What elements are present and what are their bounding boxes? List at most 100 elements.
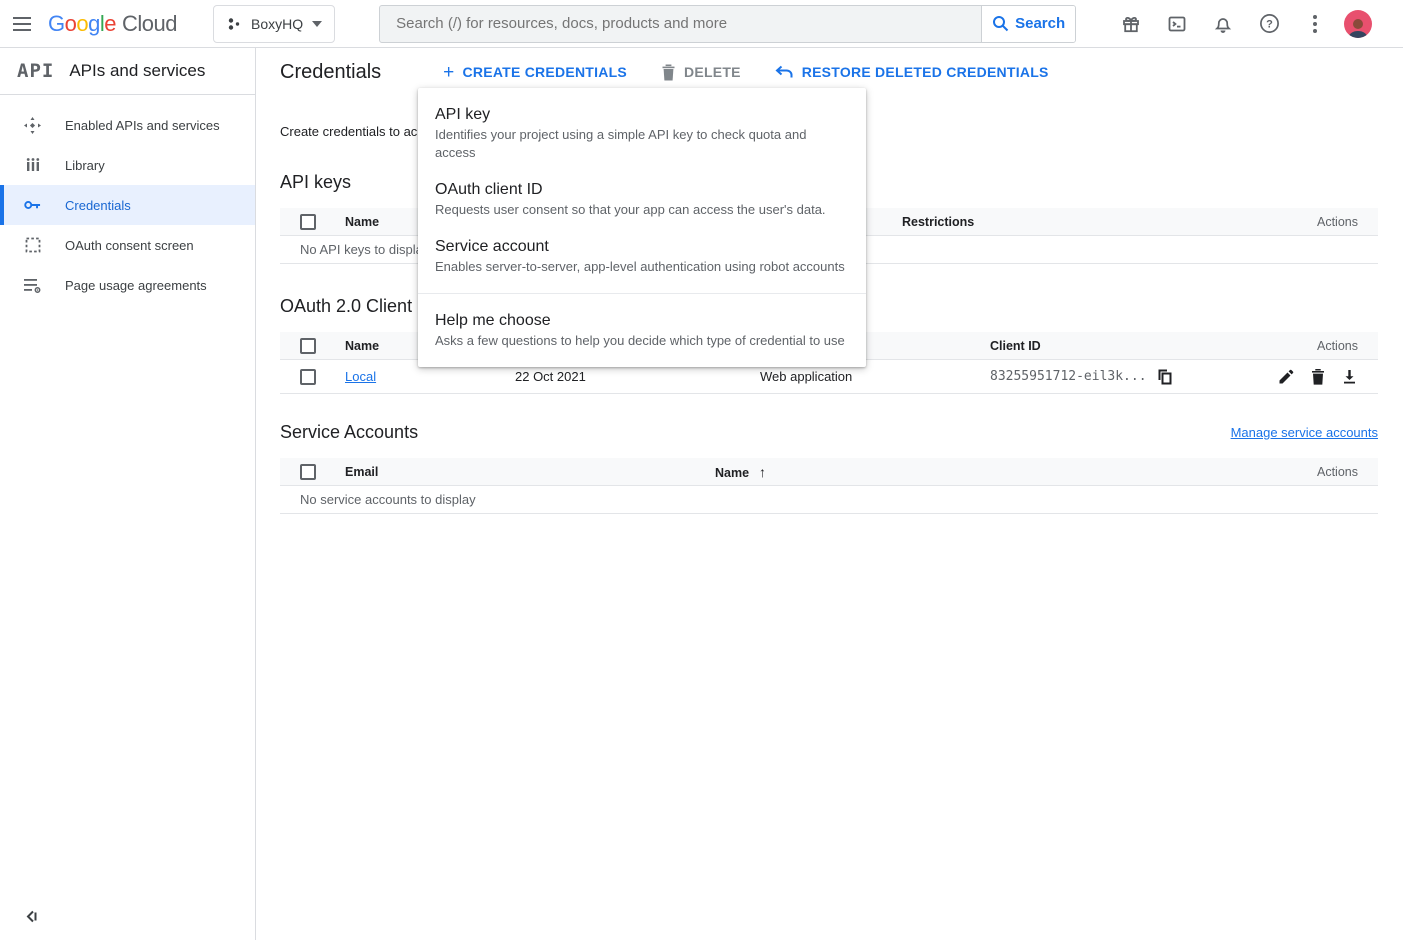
search-icon xyxy=(992,15,1009,32)
trash-icon xyxy=(661,64,676,81)
sidebar-item-label: Credentials xyxy=(65,198,131,213)
notifications-bell-icon[interactable] xyxy=(1212,13,1234,35)
logo-cloud-text: Cloud xyxy=(122,11,177,37)
google-cloud-console: G o o g l e Cloud BoxyHQ Search xyxy=(0,0,1403,940)
logo-letter: e xyxy=(104,11,116,37)
name-label: Name xyxy=(715,466,749,480)
manage-service-accounts-link[interactable]: Manage service accounts xyxy=(1231,425,1378,440)
enabled-apis-icon xyxy=(24,117,41,134)
chevron-down-icon xyxy=(312,21,322,27)
api-keys-empty-text: No API keys to displa xyxy=(300,242,423,257)
gift-icon[interactable] xyxy=(1120,13,1142,35)
sort-ascending-icon[interactable]: ↑ xyxy=(759,464,766,480)
menu-divider xyxy=(418,293,866,294)
logo-letter: g xyxy=(88,11,100,37)
library-icon xyxy=(24,157,41,174)
restore-label: RESTORE DELETED CREDENTIALS xyxy=(802,64,1049,80)
search-button-label: Search xyxy=(1015,15,1065,32)
menu-item-title: OAuth client ID xyxy=(435,179,849,200)
oauth-client-name-link[interactable]: Local xyxy=(345,369,376,384)
delete-label: DELETE xyxy=(684,64,741,80)
cloud-shell-icon[interactable] xyxy=(1166,13,1188,35)
row-checkbox[interactable] xyxy=(300,369,316,385)
column-header-actions: Actions xyxy=(1258,339,1358,353)
project-icon xyxy=(226,16,242,32)
logo-letter: G xyxy=(48,11,65,37)
sidebar: API APIs and services Enabled APIs and s… xyxy=(0,48,256,940)
service-accounts-table: Email Name↑ Actions No service accounts … xyxy=(280,458,1378,514)
key-icon xyxy=(24,197,41,214)
column-header-name[interactable]: Name ↑ xyxy=(715,464,1278,480)
sidebar-header: API APIs and services xyxy=(0,48,255,95)
user-avatar[interactable] xyxy=(1344,10,1372,38)
service-accounts-table-header: Email Name↑ Actions xyxy=(280,458,1378,486)
select-all-checkbox[interactable] xyxy=(300,338,316,354)
sidebar-item-credentials[interactable]: Credentials xyxy=(0,185,255,225)
menu-item-title: Service account xyxy=(435,236,849,257)
select-all-checkbox[interactable] xyxy=(300,214,316,230)
collapse-sidebar-icon[interactable] xyxy=(24,909,39,924)
undo-icon xyxy=(775,65,794,79)
create-credentials-menu: API key Identifies your project using a … xyxy=(418,88,866,367)
edit-icon[interactable] xyxy=(1277,368,1294,385)
oauth-client-id: 83255951712-eil3k... xyxy=(990,369,1147,384)
menu-item-description: Requests user consent so that your app c… xyxy=(435,201,849,219)
oauth-client-type: Web application xyxy=(760,369,990,384)
topbar-icons: ? xyxy=(1120,13,1326,35)
service-accounts-heading-row: Service Accounts Manage service accounts xyxy=(280,422,1378,443)
sidebar-item-label: Page usage agreements xyxy=(65,278,207,293)
service-accounts-empty-text: No service accounts to display xyxy=(300,492,476,507)
column-header-client-id: Client ID xyxy=(990,339,1258,353)
delete-button[interactable]: DELETE xyxy=(661,64,741,81)
svg-text:?: ? xyxy=(1266,19,1273,31)
restore-deleted-credentials-button[interactable]: RESTORE DELETED CREDENTIALS xyxy=(775,64,1049,80)
service-accounts-heading: Service Accounts xyxy=(280,422,418,443)
column-header-restrictions: Restrictions xyxy=(902,215,1278,229)
sidebar-item-label: Library xyxy=(65,158,105,173)
column-header-actions: Actions xyxy=(1278,215,1358,229)
help-icon[interactable]: ? xyxy=(1258,13,1280,35)
page-usage-icon xyxy=(24,277,41,294)
project-selector[interactable]: BoxyHQ xyxy=(213,5,335,43)
menu-item-oauth-client-id[interactable]: OAuth client ID Requests user consent so… xyxy=(418,171,866,228)
create-credentials-button[interactable]: + CREATE CREDENTIALS xyxy=(443,63,627,82)
menu-item-api-key[interactable]: API key Identifies your project using a … xyxy=(418,96,866,171)
project-name: BoxyHQ xyxy=(251,16,303,32)
sidebar-title: APIs and services xyxy=(69,61,205,81)
copy-icon[interactable] xyxy=(1157,368,1174,385)
logo-letter: o xyxy=(76,11,88,37)
global-search: Search xyxy=(379,5,1076,43)
google-cloud-logo[interactable]: G o o g l e Cloud xyxy=(48,11,177,37)
sidebar-item-library[interactable]: Library xyxy=(0,145,255,185)
delete-row-icon[interactable] xyxy=(1309,368,1326,385)
api-logo-icon: API xyxy=(17,60,54,82)
download-icon[interactable] xyxy=(1341,368,1358,385)
menu-item-description: Identifies your project using a simple A… xyxy=(435,126,849,162)
more-options-icon[interactable] xyxy=(1304,13,1326,35)
oauth-consent-icon xyxy=(24,237,41,254)
search-input[interactable] xyxy=(380,6,981,42)
page-title: Credentials xyxy=(280,61,381,84)
top-bar: G o o g l e Cloud BoxyHQ Search xyxy=(0,0,1403,48)
menu-item-help-me-choose[interactable]: Help me choose Asks a few questions to h… xyxy=(418,302,866,359)
logo-letter: o xyxy=(65,11,77,37)
select-all-checkbox[interactable] xyxy=(300,464,316,480)
menu-item-description: Enables server-to-server, app-level auth… xyxy=(435,258,849,276)
search-button[interactable]: Search xyxy=(981,6,1075,42)
menu-item-service-account[interactable]: Service account Enables server-to-server… xyxy=(418,228,866,285)
sidebar-item-page-usage[interactable]: Page usage agreements xyxy=(0,265,255,305)
column-header-actions: Actions xyxy=(1278,465,1358,479)
oauth-client-creation-date: 22 Oct 2021 xyxy=(515,369,760,384)
sidebar-item-label: Enabled APIs and services xyxy=(65,118,220,133)
service-accounts-empty-row: No service accounts to display xyxy=(280,486,1378,514)
sidebar-item-label: OAuth consent screen xyxy=(65,238,194,253)
create-credentials-label: CREATE CREDENTIALS xyxy=(463,64,627,80)
menu-item-title: API key xyxy=(435,104,849,125)
sidebar-item-oauth-consent[interactable]: OAuth consent screen xyxy=(0,225,255,265)
menu-item-title: Help me choose xyxy=(435,310,849,331)
hamburger-menu-icon[interactable] xyxy=(0,0,44,48)
menu-item-description: Asks a few questions to help you decide … xyxy=(435,332,849,350)
plus-icon: + xyxy=(443,63,454,82)
sidebar-item-enabled-apis[interactable]: Enabled APIs and services xyxy=(0,105,255,145)
sidebar-nav: Enabled APIs and services Library Creden… xyxy=(0,95,255,305)
